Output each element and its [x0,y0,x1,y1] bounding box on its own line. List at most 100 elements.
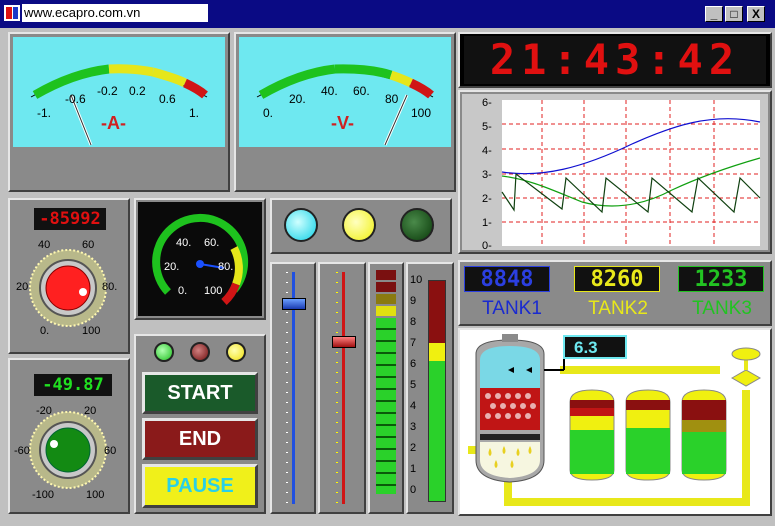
level-bar [428,280,446,502]
trend-ytick-1: 1- [482,217,492,229]
gauge-tick-20: 20. [164,261,179,273]
knob1-tick-20: 20 [16,281,28,293]
ammeter-tick-2: -0.6 [65,92,86,106]
led-green-icon [154,342,174,362]
slider1-thumb[interactable] [282,298,306,310]
pause-button[interactable]: PAUSE [142,464,258,508]
led-red-icon [190,342,210,362]
tank2-icon [625,389,671,481]
ammeter-tick-3: -0.2 [97,84,118,98]
knob1-tick-60: 60 [82,239,94,251]
level-scale-3: 3 [410,421,417,433]
window-title: www.ecapro.com.vn [22,4,208,22]
level-scale-5: 5 [410,379,417,391]
knob1-panel: -85992 40 60 20 80. 0. 100 [8,198,130,354]
led-bar-graph [376,270,396,506]
voltmeter-tick-3: 40. [321,84,338,98]
gauge-tick-40: 40. [176,237,191,249]
tank-readout-panel: 8848 8260 1233 TANK1 TANK2 TANK3 [458,260,772,326]
knob2-panel: -49.87 -20 20 -60 60 -100 100 [8,358,130,514]
level-scale-8: 8 [410,316,417,328]
tank3-label: TANK3 [692,298,752,319]
ammeter-tick-4: 0.2 [129,84,146,98]
knob1[interactable]: 40 60 20 80. 0. 100 [14,236,124,346]
tank1-icon [569,389,615,481]
end-button[interactable]: END [142,418,258,460]
trend-ytick-4: 4- [482,145,492,157]
level-scale-4: 4 [410,400,417,412]
led-yellow-small-icon [226,342,246,362]
tank3-icon [681,389,727,481]
voltmeter-tick-4: 60. [353,84,370,98]
close-button[interactable]: X [747,6,765,22]
slider1-panel [270,262,316,514]
trend-ytick-3: 3- [482,169,492,181]
level-bar-panel: 10 9 8 7 6 5 4 3 2 1 0 [406,262,454,514]
valve-icon[interactable] [730,347,762,387]
gauge-tick-0: 0. [178,285,187,297]
level-scale-0: 0 [410,484,417,496]
tank2-display: 8260 [574,266,660,292]
level-scale-9: 9 [410,295,417,307]
ammeter-tick-5: 0.6 [159,92,176,106]
level-scale-2: 2 [410,442,417,454]
trend-ytick-2: 2- [482,193,492,205]
trend-ytick-6: 6- [482,97,492,109]
voltmeter-panel: 0. 20. 40. 60. 80 100 -V- [234,32,456,192]
led-yellow-icon [342,208,376,242]
title-bar: www.ecapro.com.vn _ □ X [0,0,775,28]
knob1-display: -85992 [34,208,106,230]
led-panel-large [270,198,452,254]
ammeter-tick-1: -1. [37,106,51,120]
knob2-tick-neg60: -60 [14,445,30,457]
voltmeter-unit: -V- [331,113,354,133]
process-diagram-panel: 6.3 [458,328,772,516]
gauge-tick-60: 60. [204,237,219,249]
knob2[interactable]: -20 20 -60 60 -100 100 [14,402,124,506]
app-window: www.ecapro.com.vn _ □ X -1. -0.6 -0.2 0.… [0,0,775,526]
slider2-ticks [336,272,338,504]
clock-panel: 21:43:42 [458,32,772,88]
app-logo-icon [4,5,20,21]
slider2-thumb[interactable] [332,336,356,348]
ammeter-unit: -A- [101,113,126,133]
knob2-tick-100: 100 [86,489,104,501]
gauge: 40. 60. 20. 80. 0. 100 [138,202,262,316]
trend-chart: 6- 5- 4- 3- 2- 1- 0- [462,94,768,250]
tank1-label: TANK1 [482,298,542,319]
tank1-display: 8848 [464,266,550,292]
knob2-tick-neg20: -20 [36,405,52,417]
process-diagram: 6.3 [468,334,762,506]
voltmeter-tick-5: 80 [385,92,399,106]
process-value: 6.3 [574,338,598,357]
knob1-tick-0: 0. [40,325,49,337]
knob2-tick-neg100: -100 [32,489,54,501]
level-scale-1: 1 [410,463,417,475]
knob2-display: -49.87 [34,374,112,396]
trend-panel: 6- 5- 4- 3- 2- 1- 0- [458,90,772,254]
led-dark-green-icon [400,208,434,242]
level-scale: 10 9 8 7 6 5 4 3 2 1 0 [410,274,426,506]
voltmeter-tick-2: 20. [289,92,306,106]
slider2-track [342,272,345,504]
trend-ytick-0: 0- [482,240,492,250]
ammeter-panel: -1. -0.6 -0.2 0.2 0.6 1. -A- [8,32,230,192]
minimize-button[interactable]: _ [705,6,723,22]
voltmeter-tick-1: 0. [263,106,273,120]
maximize-button[interactable]: □ [725,6,743,22]
ammeter-face: -1. -0.6 -0.2 0.2 0.6 1. -A- [13,37,225,147]
voltmeter-tick-6: 100 [411,106,431,120]
level-scale-7: 7 [410,337,417,349]
tank3-display: 1233 [678,266,764,292]
gauge-panel: 40. 60. 20. 80. 0. 100 [134,198,266,320]
knob1-tick-80: 80. [102,281,117,293]
start-button[interactable]: START [142,372,258,414]
gauge-tick-80: 80. [218,261,233,273]
ammeter-tick-6: 1. [189,106,199,120]
knob1-tick-40: 40 [38,239,50,251]
control-panel: START END PAUSE [134,334,266,514]
level-scale-10: 10 [410,274,423,286]
trend-ytick-5: 5- [482,121,492,133]
slider2-panel [318,262,366,514]
clock-display: 21:43:42 [464,36,766,84]
